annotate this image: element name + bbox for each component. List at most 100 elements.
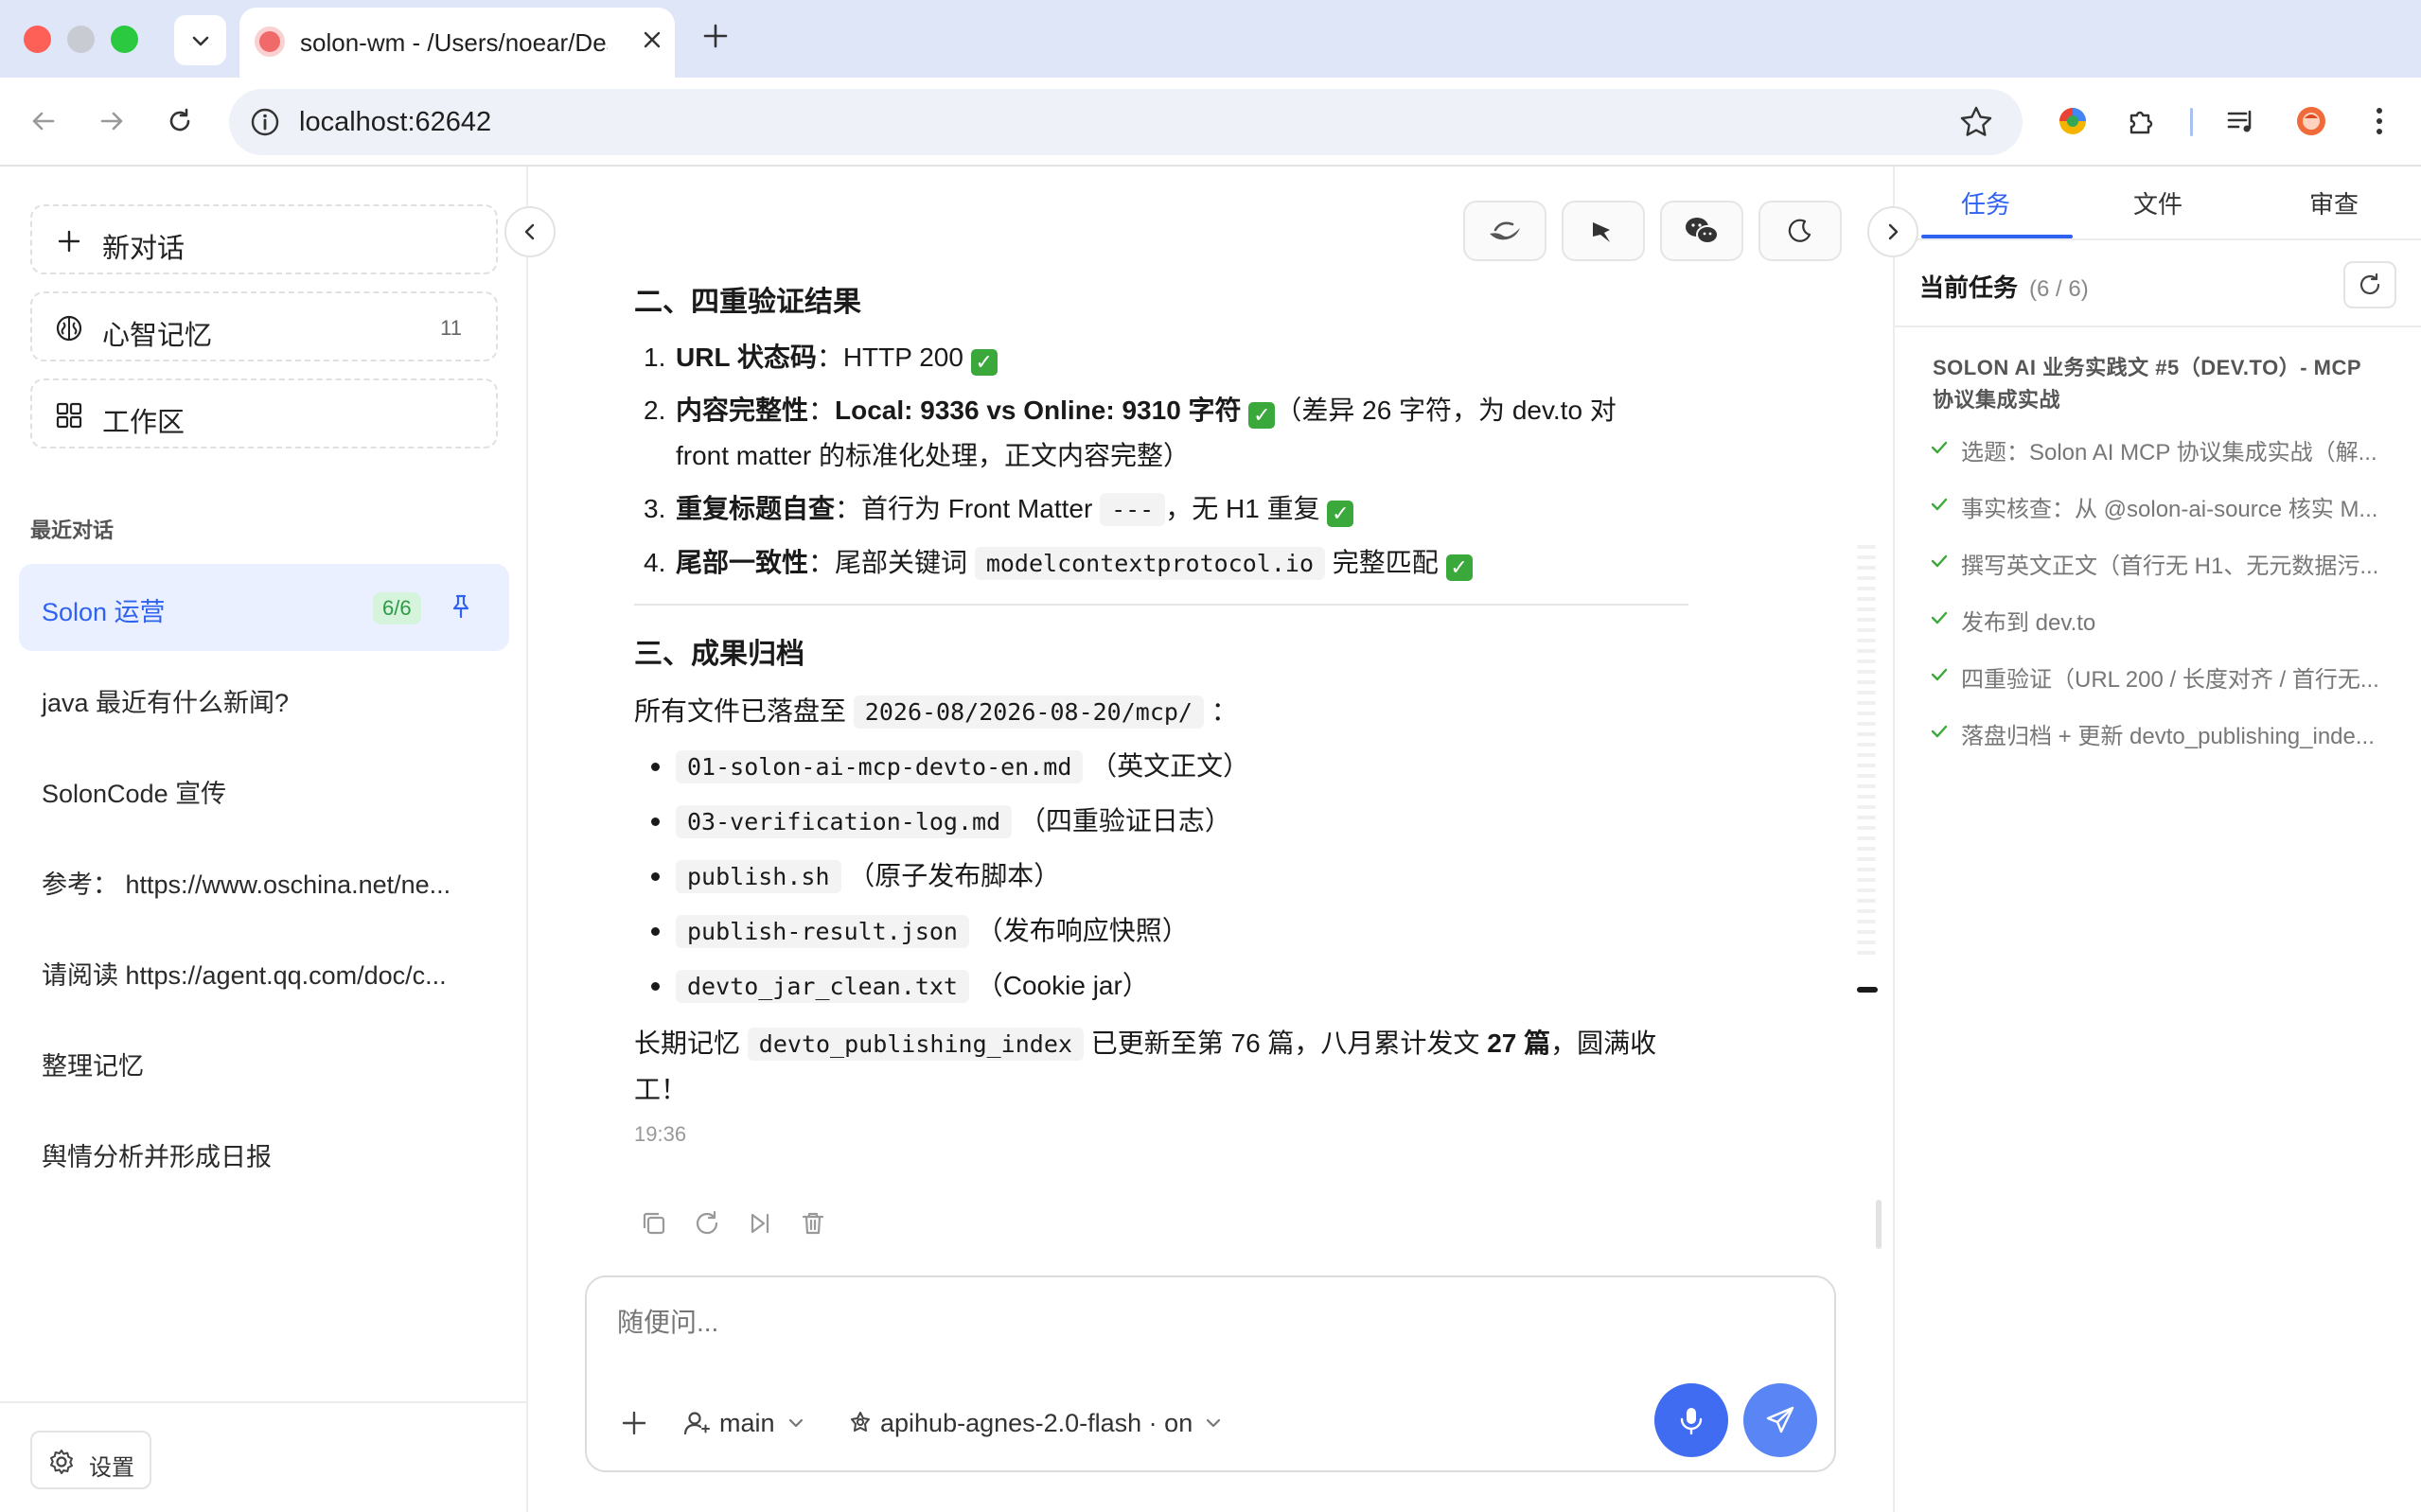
message-outline-current[interactable] bbox=[1857, 987, 1878, 993]
outline-mark[interactable] bbox=[1857, 816, 1876, 819]
outline-mark[interactable] bbox=[1857, 899, 1876, 903]
outline-mark[interactable] bbox=[1857, 576, 1876, 580]
info-icon[interactable] bbox=[248, 105, 282, 139]
outline-mark[interactable] bbox=[1857, 826, 1876, 830]
conversation-item-active[interactable]: Solon 运营 6/6 bbox=[19, 564, 509, 651]
outline-mark[interactable] bbox=[1857, 909, 1876, 913]
outline-mark[interactable] bbox=[1857, 691, 1876, 694]
task-item[interactable]: 选题：Solon AI MCP 协议集成实战（解... bbox=[1929, 431, 2402, 469]
outline-mark[interactable] bbox=[1857, 764, 1876, 767]
outline-mark[interactable] bbox=[1857, 587, 1876, 590]
outline-mark[interactable] bbox=[1857, 555, 1876, 559]
workspace-button[interactable]: 工作区 bbox=[30, 378, 498, 448]
tab-review[interactable]: 审查 bbox=[2309, 185, 2359, 220]
outline-mark[interactable] bbox=[1857, 628, 1876, 632]
tab-search-button[interactable] bbox=[174, 15, 226, 65]
outline-mark[interactable] bbox=[1857, 639, 1876, 642]
settings-button[interactable]: 设置 bbox=[30, 1431, 151, 1489]
extensions-puzzle-icon[interactable] bbox=[2118, 98, 2164, 144]
task-item[interactable]: 撰写英文正文（首行无 H1、无元数据污... bbox=[1929, 545, 2402, 583]
message-outline-marks[interactable] bbox=[1857, 545, 1876, 961]
tab-tasks[interactable]: 任务 bbox=[1961, 185, 2010, 220]
new-tab-button[interactable] bbox=[697, 17, 734, 55]
agent-selector[interactable]: main bbox=[681, 1404, 805, 1442]
outline-mark[interactable] bbox=[1857, 597, 1876, 601]
refresh-tasks-button[interactable] bbox=[2343, 261, 2396, 308]
bookmark-star-icon[interactable] bbox=[1956, 102, 1996, 142]
conversation-item[interactable]: java 最近有什么新闻? bbox=[19, 655, 509, 742]
outline-mark[interactable] bbox=[1857, 930, 1876, 934]
outline-mark[interactable] bbox=[1857, 566, 1876, 570]
outline-mark[interactable] bbox=[1857, 649, 1876, 653]
outline-mark[interactable] bbox=[1857, 836, 1876, 840]
memory-button[interactable]: 心智记忆 11 bbox=[30, 291, 498, 361]
browser-menu-icon[interactable] bbox=[2357, 98, 2402, 144]
chat-scrollbar[interactable] bbox=[1876, 1200, 1882, 1249]
conversation-item[interactable]: 请阅读 https://agent.qq.com/doc/c... bbox=[19, 927, 509, 1014]
outline-mark[interactable] bbox=[1857, 795, 1876, 799]
tab-files[interactable]: 文件 bbox=[2133, 185, 2182, 220]
window-minimize-button[interactable] bbox=[67, 26, 95, 53]
media-control-icon[interactable] bbox=[2218, 98, 2264, 144]
outline-mark[interactable] bbox=[1857, 784, 1876, 788]
voice-input-button[interactable] bbox=[1654, 1383, 1728, 1457]
copy-icon[interactable] bbox=[638, 1207, 670, 1239]
outline-mark[interactable] bbox=[1857, 732, 1876, 736]
url-text[interactable]: localhost:62642 bbox=[299, 107, 491, 138]
continue-icon[interactable] bbox=[744, 1207, 776, 1239]
conversation-item[interactable]: 参考： https://www.oschina.net/ne... bbox=[19, 836, 509, 923]
profile-avatar-icon[interactable] bbox=[2288, 98, 2334, 144]
outline-mark[interactable] bbox=[1857, 888, 1876, 892]
outline-mark[interactable] bbox=[1857, 951, 1876, 955]
outline-mark[interactable] bbox=[1857, 712, 1876, 715]
window-maximize-button[interactable] bbox=[111, 26, 138, 53]
back-button[interactable] bbox=[21, 98, 66, 144]
outline-mark[interactable] bbox=[1857, 941, 1876, 944]
reload-button[interactable] bbox=[157, 98, 203, 144]
tab-close-button[interactable] bbox=[635, 23, 669, 57]
outline-mark[interactable] bbox=[1857, 805, 1876, 809]
send-button[interactable] bbox=[1743, 1383, 1817, 1457]
chat-input[interactable] bbox=[617, 1308, 1753, 1338]
browser-tab[interactable]: solon-wm - /Users/noear/Desktop bbox=[239, 8, 675, 78]
collapse-sidebar-button[interactable] bbox=[504, 206, 556, 257]
outline-mark[interactable] bbox=[1857, 607, 1876, 611]
wechat-tool-button[interactable] bbox=[1660, 201, 1743, 261]
collapse-right-panel-button[interactable] bbox=[1867, 206, 1918, 257]
bird-tool-button[interactable] bbox=[1463, 201, 1546, 261]
regenerate-icon[interactable] bbox=[691, 1207, 723, 1239]
outline-mark[interactable] bbox=[1857, 774, 1876, 778]
outline-mark[interactable] bbox=[1857, 701, 1876, 705]
outline-mark[interactable] bbox=[1857, 670, 1876, 674]
model-selector[interactable]: apihub-agnes-2.0-flash · on bbox=[846, 1404, 1223, 1442]
outline-mark[interactable] bbox=[1857, 743, 1876, 747]
delete-icon[interactable] bbox=[797, 1207, 829, 1239]
address-bar[interactable]: localhost:62642 bbox=[229, 89, 2023, 155]
conversation-item[interactable]: 整理记忆 bbox=[19, 1018, 509, 1105]
dark-mode-toggle[interactable] bbox=[1758, 201, 1842, 261]
task-item[interactable]: 发布到 dev.to bbox=[1929, 602, 2402, 640]
extension-colorful-icon[interactable] bbox=[2050, 98, 2095, 144]
outline-mark[interactable] bbox=[1857, 847, 1876, 851]
conversation-item[interactable]: SolonCode 宣传 bbox=[19, 746, 509, 833]
outline-mark[interactable] bbox=[1857, 753, 1876, 757]
new-chat-button[interactable]: 新对话 bbox=[30, 204, 498, 274]
feishu-tool-button[interactable] bbox=[1562, 201, 1645, 261]
outline-mark[interactable] bbox=[1857, 878, 1876, 882]
forward-button[interactable] bbox=[89, 98, 134, 144]
outline-mark[interactable] bbox=[1857, 545, 1876, 549]
task-item[interactable]: 四重验证（URL 200 / 长度对齐 / 首行无... bbox=[1929, 659, 2402, 696]
outline-mark[interactable] bbox=[1857, 722, 1876, 726]
outline-mark[interactable] bbox=[1857, 680, 1876, 684]
outline-mark[interactable] bbox=[1857, 857, 1876, 861]
outline-mark[interactable] bbox=[1857, 618, 1876, 622]
pin-icon[interactable] bbox=[447, 592, 475, 621]
outline-mark[interactable] bbox=[1857, 920, 1876, 923]
window-close-button[interactable] bbox=[24, 26, 51, 53]
outline-mark[interactable] bbox=[1857, 868, 1876, 871]
task-item[interactable]: 落盘归档 + 更新 devto_publishing_inde... bbox=[1929, 715, 2402, 753]
task-item[interactable]: 事实核查：从 @solon-ai-source 核实 M... bbox=[1929, 488, 2402, 526]
conversation-item[interactable]: 舆情分析并形成日报 bbox=[19, 1109, 509, 1196]
attach-plus-icon[interactable] bbox=[617, 1406, 651, 1440]
outline-mark[interactable] bbox=[1857, 659, 1876, 663]
